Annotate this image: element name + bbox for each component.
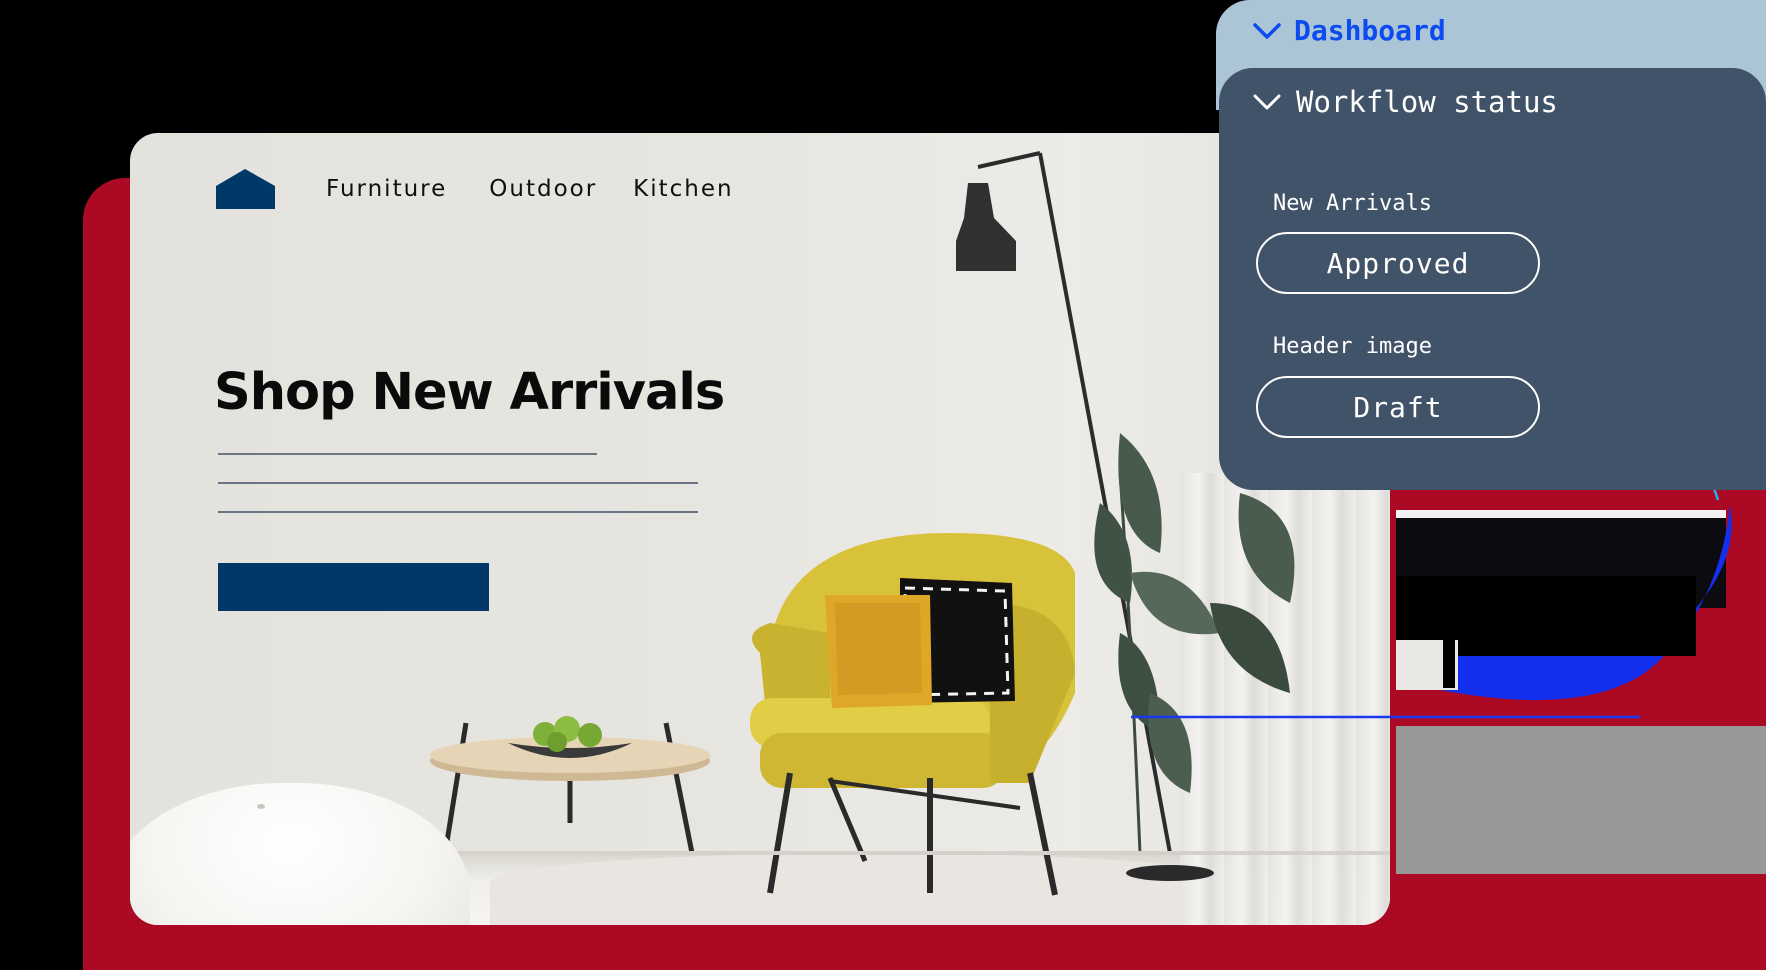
status-badge-approved[interactable]: Approved — [1256, 232, 1540, 294]
dashboard-toggle[interactable]: Dashboard — [1252, 14, 1446, 47]
side-table — [430, 716, 710, 854]
chevron-down-icon — [1253, 22, 1281, 39]
monstera-plant — [1094, 433, 1295, 854]
workflow-status-title: Workflow status — [1296, 85, 1558, 119]
workflow-status-panel: Workflow status New Arrivals Approved He… — [1219, 68, 1766, 490]
workflow-item-label: New Arrivals — [1273, 191, 1432, 216]
status-badge-draft[interactable]: Draft — [1256, 376, 1540, 438]
chevron-down-icon — [1253, 94, 1281, 110]
nav-link-furniture[interactable]: Furniture — [326, 176, 447, 202]
home-icon[interactable] — [216, 169, 275, 209]
placeholder-text-line — [218, 482, 698, 484]
hero-title: Shop New Arrivals — [214, 363, 725, 422]
placeholder-text-line — [218, 511, 698, 513]
cushions — [825, 578, 1015, 708]
site-nav: Furniture Outdoor Kitchen — [216, 169, 734, 209]
nav-link-kitchen[interactable]: Kitchen — [633, 176, 733, 202]
nav-link-outdoor[interactable]: Outdoor — [489, 176, 597, 202]
pouf-tuft — [257, 804, 265, 809]
placeholder-text-line — [218, 453, 597, 455]
workflow-item-label: Header image — [1273, 334, 1432, 359]
dashboard-label: Dashboard — [1294, 14, 1446, 47]
website-preview: Furniture Outdoor Kitchen Shop New Arriv… — [130, 133, 1390, 925]
workflow-status-toggle[interactable]: Workflow status — [1252, 85, 1558, 119]
shop-cta-button[interactable] — [218, 563, 489, 611]
